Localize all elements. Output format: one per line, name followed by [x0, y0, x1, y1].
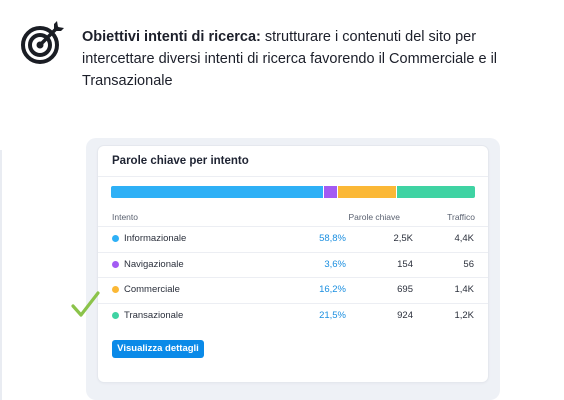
intent-card: Parole chiave per intento Intento Parole…: [98, 146, 488, 382]
intent-bar-segment-navigazionale: [324, 186, 338, 198]
intent-percent-link[interactable]: 3,6%: [324, 259, 346, 270]
divider: [98, 176, 488, 177]
table-row-informazionale[interactable]: Informazionale 58,8% 2,5K 4,4K: [98, 226, 488, 252]
keywords-value: 2,5K: [393, 233, 413, 244]
intent-bar-segment-commerciale: [338, 186, 397, 198]
intent-label: Transazionale: [124, 309, 184, 321]
keywords-value: 924: [397, 309, 413, 321]
view-details-button[interactable]: Visualizza dettagli: [112, 340, 204, 358]
target-icon: [21, 21, 64, 64]
traffic-value: 1,4K: [454, 284, 474, 295]
intent-percent-link[interactable]: 58,8%: [319, 233, 346, 244]
card-title: Parole chiave per intento: [112, 155, 249, 167]
traffic-value: 1,2K: [454, 309, 474, 321]
intent-dot: [112, 311, 119, 319]
column-traffic: Traffico: [447, 212, 475, 222]
intent-dot: [112, 235, 119, 242]
traffic-value: 4,4K: [454, 233, 474, 244]
intent-label: Informazionale: [124, 233, 187, 244]
table-row-commerciale[interactable]: Commerciale 16,2% 695 1,4K: [98, 277, 488, 303]
headline: Obiettivi intenti di ricerca: strutturar…: [82, 26, 552, 92]
table-row-navigazionale[interactable]: Navigazionale 3,6% 154 56: [98, 251, 488, 278]
intent-label: Navigazionale: [124, 258, 184, 270]
intent-distribution-bar: [111, 186, 475, 198]
table-header: Intento Parole chiave Traffico: [112, 212, 475, 224]
intent-bar-segment-informazionale: [111, 186, 324, 198]
keywords-value: 695: [397, 284, 413, 295]
page-edge: [0, 150, 2, 400]
check-icon: [71, 291, 100, 317]
headline-bold: Obiettivi intenti di ricerca:: [82, 29, 261, 45]
intent-percent-link[interactable]: 16,2%: [319, 284, 346, 295]
intent-dot: [112, 286, 119, 293]
column-intent: Intento: [112, 212, 138, 222]
traffic-value: 56: [463, 258, 474, 270]
column-keywords: Parole chiave: [348, 212, 400, 222]
keywords-value: 154: [397, 258, 413, 270]
intent-percent-link[interactable]: 21,5%: [319, 310, 346, 321]
intent-dot: [112, 260, 119, 268]
intent-label: Commerciale: [124, 284, 180, 295]
table-row-transazionale[interactable]: Transazionale 21,5% 924 1,2K: [98, 302, 488, 329]
intent-bar-segment-transazionale: [397, 186, 475, 198]
intent-rows: Informazionale 58,8% 2,5K 4,4K Navigazio…: [98, 226, 488, 328]
